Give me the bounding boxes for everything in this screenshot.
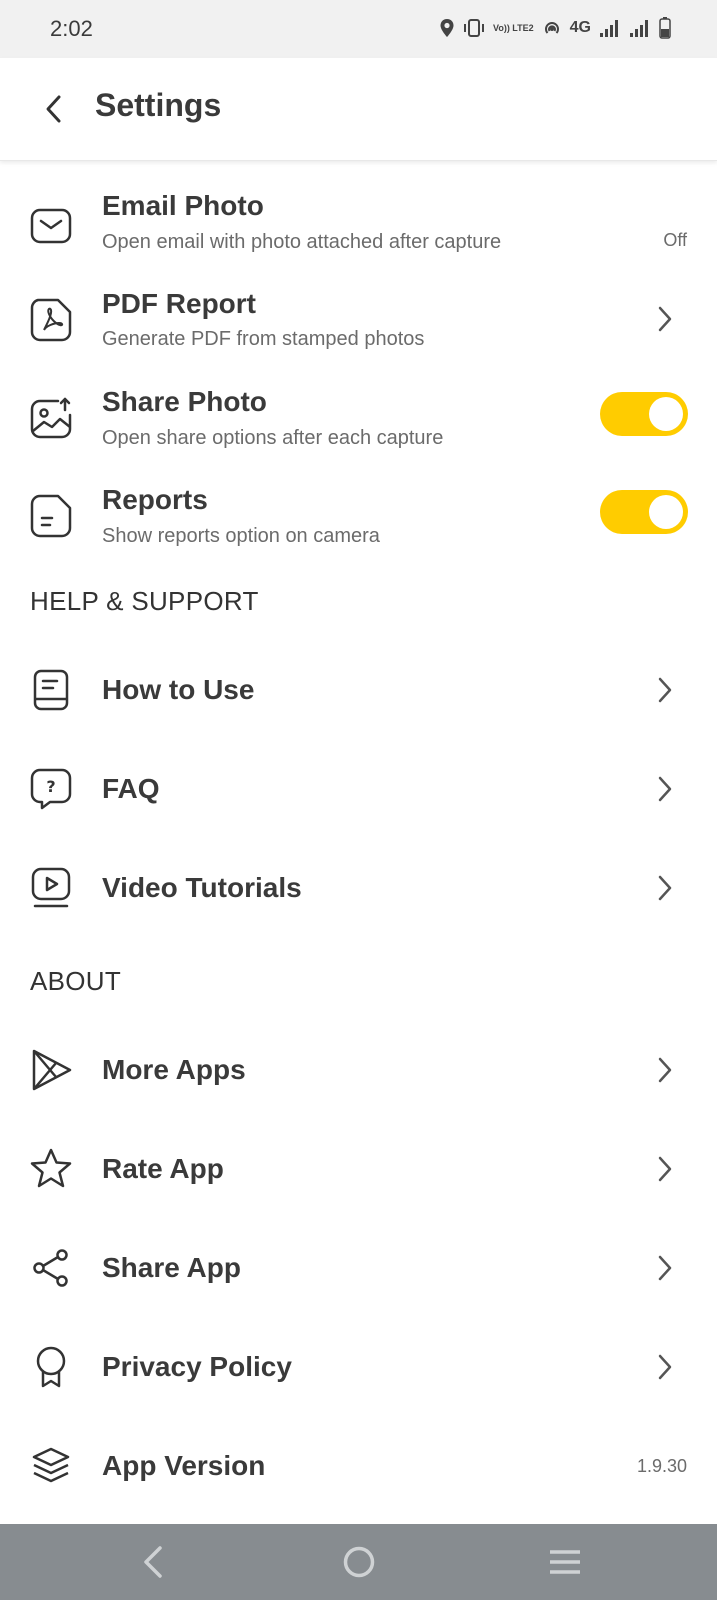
volte-indicator: Vo)) LTE2 — [492, 22, 534, 33]
vibrate-icon — [463, 19, 485, 37]
setting-title: Email Photo — [102, 190, 264, 221]
share-icon — [29, 1246, 73, 1290]
svg-text:?: ? — [46, 777, 55, 796]
hotspot-icon — [542, 18, 562, 38]
setting-title: PDF Report — [102, 288, 256, 319]
page-title: Settings — [95, 87, 222, 123]
chevron-right-icon — [652, 675, 678, 705]
setting-subtitle: Show reports option on camera — [102, 525, 380, 547]
about-item-rate-app[interactable]: Rate App — [0, 1121, 717, 1217]
pdf-icon — [29, 298, 73, 342]
setting-subtitle: Open share options after each capture — [102, 427, 444, 449]
back-button[interactable] — [34, 89, 74, 129]
setting-title: Share Photo — [102, 386, 267, 417]
report-icon — [29, 494, 73, 538]
nav-home-icon — [342, 1545, 376, 1579]
nav-back-icon — [141, 1545, 165, 1579]
reports-toggle[interactable] — [600, 490, 688, 534]
setting-email-photo[interactable]: Email Photo Open email with photo attach… — [0, 180, 717, 276]
setting-share-photo[interactable]: Share Photo Open share options after eac… — [0, 376, 717, 472]
about-item-label: More Apps — [102, 1054, 246, 1085]
chevron-right-icon — [652, 1352, 678, 1382]
status-time: 2:02 — [50, 16, 93, 41]
about-item-privacy-policy[interactable]: Privacy Policy — [0, 1319, 717, 1415]
about-item-more-apps[interactable]: More Apps — [0, 1022, 717, 1118]
app-version-value: 1.9.30 — [636, 1456, 687, 1476]
about-item-app-version: App Version 1.9.30 — [0, 1418, 717, 1514]
battery-icon — [659, 17, 671, 39]
signal-icon — [629, 18, 651, 38]
video-icon — [29, 866, 73, 910]
section-about: ABOUT — [30, 966, 122, 996]
chevron-right-icon — [652, 873, 678, 903]
chevron-right-icon — [652, 304, 678, 334]
status-bar: 2:02 Vo)) LTE2 4G — [0, 0, 717, 58]
help-item-faq[interactable]: ? FAQ — [0, 741, 717, 837]
back-arrow-icon — [44, 94, 64, 124]
setting-title: Reports — [102, 484, 208, 515]
about-item-share-app[interactable]: Share App — [0, 1220, 717, 1316]
layers-icon — [29, 1444, 73, 1488]
network-type: 4G — [569, 19, 591, 36]
nav-back-button[interactable] — [133, 1544, 173, 1580]
mail-icon — [29, 204, 73, 248]
setting-subtitle: Generate PDF from stamped photos — [102, 328, 425, 350]
help-item-video-tutorials[interactable]: Video Tutorials — [0, 840, 717, 936]
location-icon — [439, 18, 455, 38]
about-item-label: Share App — [102, 1252, 241, 1283]
toggle-knob — [649, 397, 683, 431]
question-bubble-icon: ? — [29, 767, 73, 811]
share-photo-toggle[interactable] — [600, 392, 688, 436]
about-item-label: App Version — [102, 1450, 266, 1481]
chevron-right-icon — [652, 1055, 678, 1085]
setting-reports[interactable]: Reports Show reports option on camera — [0, 474, 717, 570]
chevron-right-icon — [652, 1154, 678, 1184]
nav-home-button[interactable] — [339, 1544, 379, 1580]
book-icon — [29, 668, 73, 712]
chevron-right-icon — [652, 1253, 678, 1283]
help-item-label: FAQ — [102, 773, 160, 804]
setting-value: Off — [663, 230, 687, 250]
help-item-label: How to Use — [102, 674, 255, 705]
help-item-how-to-use[interactable]: How to Use — [0, 642, 717, 738]
share-photo-icon — [29, 396, 73, 440]
setting-subtitle: Open email with photo attached after cap… — [102, 231, 502, 253]
about-item-label: Privacy Policy — [102, 1351, 292, 1382]
setting-pdf-report[interactable]: PDF Report Generate PDF from stamped pho… — [0, 278, 717, 374]
about-item-label: Rate App — [102, 1153, 224, 1184]
nav-menu-icon — [548, 1548, 582, 1576]
chevron-right-icon — [652, 774, 678, 804]
toggle-knob — [649, 495, 683, 529]
status-icons: Vo)) LTE2 4G — [439, 17, 671, 39]
section-help-support: HELP & SUPPORT — [30, 586, 259, 616]
signal-icon — [599, 18, 621, 38]
nav-recents-button[interactable] — [545, 1544, 585, 1580]
play-store-icon — [29, 1048, 73, 1092]
system-navigation-bar — [0, 1524, 717, 1600]
help-item-label: Video Tutorials — [102, 872, 302, 903]
award-icon — [29, 1345, 73, 1389]
star-icon — [29, 1147, 73, 1191]
app-header: Settings — [0, 58, 717, 161]
